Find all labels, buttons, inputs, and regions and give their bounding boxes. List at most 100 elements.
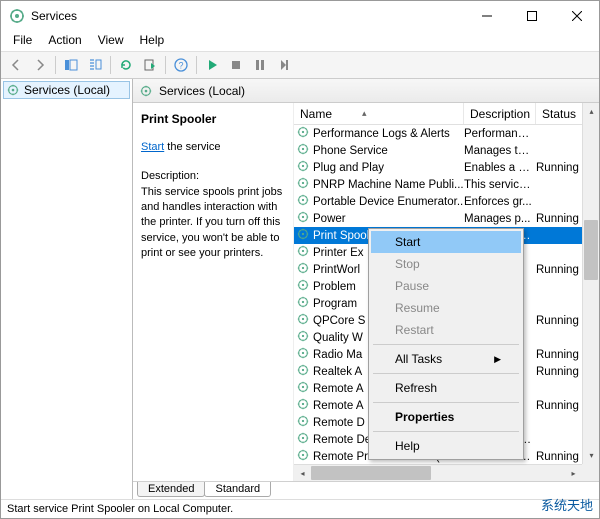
service-row[interactable]: Portable Device Enumerator...Enforces gr… xyxy=(294,193,599,210)
service-name: Phone Service xyxy=(313,145,388,157)
tree-lines-button[interactable] xyxy=(84,54,106,76)
service-name: Printer Ex xyxy=(313,247,364,259)
column-header-status[interactable]: Status xyxy=(536,103,586,124)
scroll-thumb[interactable] xyxy=(311,466,431,480)
sort-ascending-icon: ▴ xyxy=(362,108,367,119)
gear-icon xyxy=(296,397,310,414)
detail-pane: Print Spooler Start the service Descript… xyxy=(133,103,293,481)
menu-file[interactable]: File xyxy=(5,31,40,51)
gear-icon xyxy=(296,312,310,329)
gear-icon xyxy=(296,142,310,159)
scroll-down-button[interactable]: ▾ xyxy=(583,447,599,464)
statusbar: Start service Print Spooler on Local Com… xyxy=(1,499,599,518)
statusbar-text: Start service Print Spooler on Local Com… xyxy=(7,503,233,515)
svg-text:?: ? xyxy=(178,61,183,71)
stop-service-button[interactable] xyxy=(225,54,247,76)
start-service-suffix: the service xyxy=(164,141,220,153)
gear-icon xyxy=(139,84,153,98)
show-hide-tree-button[interactable] xyxy=(60,54,82,76)
service-status: Running xyxy=(536,264,586,276)
scroll-left-button[interactable]: ◂ xyxy=(294,465,311,481)
scroll-up-button[interactable]: ▴ xyxy=(583,103,599,120)
ctx-refresh[interactable]: Refresh xyxy=(371,377,521,399)
refresh-button[interactable] xyxy=(115,54,137,76)
scroll-right-button[interactable]: ▸ xyxy=(565,465,582,481)
back-button[interactable] xyxy=(5,54,27,76)
gear-icon xyxy=(296,159,310,176)
help-button[interactable]: ? xyxy=(170,54,192,76)
ctx-separator xyxy=(373,402,519,403)
horizontal-scrollbar[interactable]: ◂ ▸ xyxy=(294,464,582,481)
gear-icon xyxy=(296,278,310,295)
service-row[interactable]: PNRP Machine Name Publi...This service .… xyxy=(294,176,599,193)
start-service-link[interactable]: Start xyxy=(141,141,164,153)
scrollbar-corner xyxy=(582,464,599,481)
view-tabs: Extended Standard xyxy=(133,481,599,501)
service-name: Quality W xyxy=(313,332,363,344)
service-name: Problem xyxy=(313,281,356,293)
service-status: Running xyxy=(536,349,586,361)
gear-icon xyxy=(296,414,310,431)
right-pane-title: Services (Local) xyxy=(159,84,245,98)
tree-item-label: Services (Local) xyxy=(24,83,110,97)
column-header-name[interactable]: Name▴ xyxy=(294,103,464,124)
tab-extended[interactable]: Extended xyxy=(137,482,205,497)
pause-service-button[interactable] xyxy=(249,54,271,76)
gear-icon xyxy=(296,448,310,465)
ctx-separator xyxy=(373,344,519,345)
gear-icon xyxy=(296,380,310,397)
restart-service-button[interactable] xyxy=(273,54,295,76)
list-header: Name▴ Description Status xyxy=(294,103,599,125)
ctx-start[interactable]: Start xyxy=(371,231,521,253)
service-description: Enforces gr... xyxy=(464,196,536,208)
service-name: Power xyxy=(313,213,346,225)
service-description: Manages p... xyxy=(464,213,536,225)
ctx-pause: Pause xyxy=(371,275,521,297)
gear-icon xyxy=(296,329,310,346)
titlebar: Services xyxy=(1,1,599,31)
service-row[interactable]: Plug and PlayEnables a c...Running xyxy=(294,159,599,176)
gear-icon xyxy=(296,244,310,261)
column-header-description[interactable]: Description xyxy=(464,103,536,124)
forward-button[interactable] xyxy=(29,54,51,76)
close-button[interactable] xyxy=(554,1,599,31)
service-row[interactable]: Phone ServiceManages th... xyxy=(294,142,599,159)
service-row[interactable]: Performance Logs & AlertsPerformanc... xyxy=(294,125,599,142)
service-name: Realtek A xyxy=(313,366,362,378)
maximize-button[interactable] xyxy=(509,1,554,31)
right-pane-header: Services (Local) xyxy=(133,79,599,103)
export-button[interactable] xyxy=(139,54,161,76)
service-description: Enables a c... xyxy=(464,162,536,174)
service-status: Running xyxy=(536,162,586,174)
service-name: PrintWorl xyxy=(313,264,360,276)
minimize-button[interactable] xyxy=(464,1,509,31)
service-name: Portable Device Enumerator... xyxy=(313,196,464,208)
ctx-resume: Resume xyxy=(371,297,521,319)
service-name: Remote D xyxy=(313,417,365,429)
gear-icon xyxy=(296,431,310,448)
start-service-button[interactable] xyxy=(201,54,223,76)
vertical-scrollbar[interactable]: ▴ ▾ xyxy=(582,103,599,464)
gear-icon xyxy=(296,346,310,363)
gear-icon xyxy=(6,83,20,97)
description-label: Description: xyxy=(141,169,287,184)
gear-icon xyxy=(296,193,310,210)
scroll-thumb[interactable] xyxy=(584,220,598,280)
toolbar-separator xyxy=(110,56,111,74)
tree-item-services-local[interactable]: Services (Local) xyxy=(3,81,130,99)
ctx-separator xyxy=(373,431,519,432)
toolbar-separator xyxy=(196,56,197,74)
context-menu: Start Stop Pause Resume Restart All Task… xyxy=(368,228,524,460)
ctx-help[interactable]: Help xyxy=(371,435,521,457)
menu-help[interactable]: Help xyxy=(132,31,173,51)
menubar: File Action View Help xyxy=(1,31,599,51)
menu-view[interactable]: View xyxy=(90,31,132,51)
service-name: Performance Logs & Alerts xyxy=(313,128,450,140)
ctx-properties[interactable]: Properties xyxy=(371,406,521,428)
console-tree-pane: Services (Local) xyxy=(1,79,133,501)
service-row[interactable]: PowerManages p...Running xyxy=(294,210,599,227)
tab-standard[interactable]: Standard xyxy=(204,482,271,497)
menu-action[interactable]: Action xyxy=(40,31,89,51)
service-status: Running xyxy=(536,366,586,378)
ctx-all-tasks[interactable]: All Tasks▶ xyxy=(371,348,521,370)
